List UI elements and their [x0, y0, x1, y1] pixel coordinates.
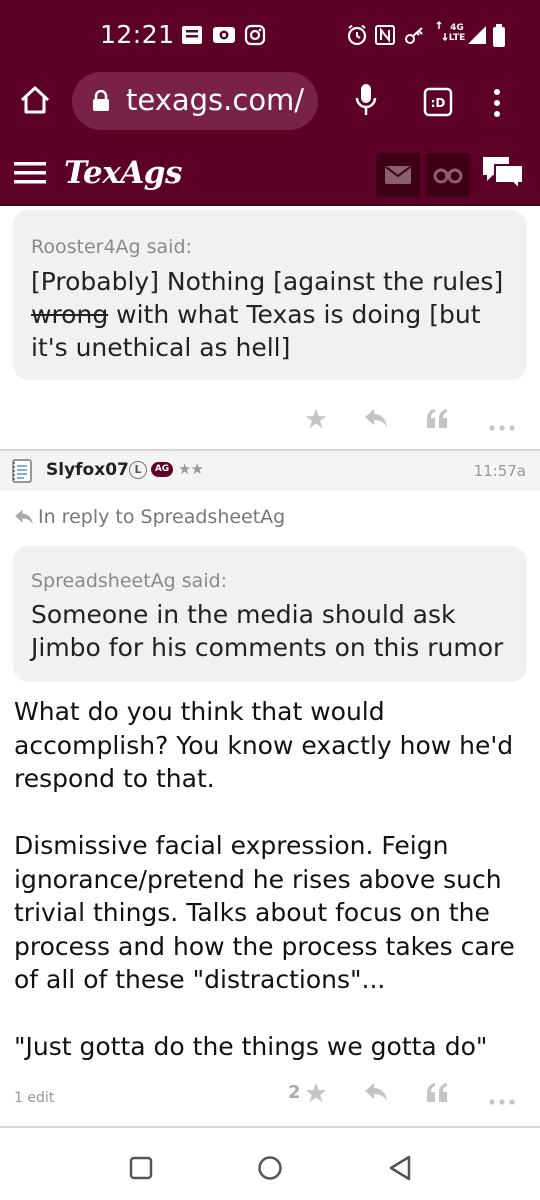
- site-header: TexAgs: [0, 140, 540, 206]
- browser-toolbar: texags.com/ :D: [0, 68, 540, 140]
- system-nav-bar: [0, 1130, 540, 1200]
- thread-content: Rooster4Ag said: [Probably] Nothing [aga…: [0, 206, 540, 1130]
- post-actions: 2: [0, 1076, 540, 1116]
- post-actions: [0, 402, 540, 442]
- quote-text: Someone in the media should ask Jimbo fo…: [31, 600, 504, 662]
- lock-icon: [92, 89, 110, 116]
- quote-strikethrough-text: wrong: [31, 300, 109, 329]
- binoculars-button[interactable]: [426, 153, 470, 197]
- lifetime-badge: L: [129, 461, 147, 479]
- microphone-icon[interactable]: [354, 83, 378, 121]
- mail-button[interactable]: [376, 153, 420, 197]
- recent-apps-icon[interactable]: [129, 1156, 153, 1184]
- data-arrows-icon: [436, 20, 448, 46]
- instagram-icon: [244, 24, 266, 50]
- post-time[interactable]: 11:57a: [474, 462, 526, 480]
- quote-block: Rooster4Ag said: [Probably] Nothing [aga…: [13, 210, 527, 380]
- post-paragraph: "Just gotta do the things we gotta do": [14, 1032, 488, 1061]
- chat-bubbles-icon[interactable]: [481, 155, 525, 195]
- post-header: Slyfox07 L AG ★★ 11:57a: [0, 451, 540, 491]
- quote-author: SpreadsheetAg said:: [31, 570, 228, 592]
- reply-arrow-icon: [14, 508, 34, 530]
- quote-text: [Probably] Nothing [against the rules] w…: [31, 265, 513, 364]
- nfc-icon: [374, 24, 396, 50]
- site-logo[interactable]: TexAgs: [64, 155, 182, 191]
- post-username[interactable]: Slyfox07: [46, 460, 129, 480]
- in-reply-to-link[interactable]: In reply to SpreadsheetAg: [14, 506, 285, 530]
- mail-icon: [385, 166, 411, 188]
- radio-icon: [212, 24, 236, 50]
- star-count: 2: [288, 1082, 301, 1103]
- svg-text::D: :D: [431, 96, 446, 110]
- in-reply-to-text[interactable]: In reply to SpreadsheetAg: [38, 506, 285, 528]
- post-paragraph: What do you think that would accomplish?…: [14, 697, 514, 793]
- notification-app-icon: [181, 24, 203, 50]
- network-type-label: 4G LTE: [448, 23, 466, 43]
- tab-switcher-icon[interactable]: :D: [423, 87, 453, 121]
- post-paragraph: Dismissive facial expression. Feign igno…: [14, 831, 515, 994]
- quote-text-part: [Probably] Nothing [against the rules]: [31, 267, 504, 296]
- signal-icon: [466, 24, 488, 50]
- quote-icon[interactable]: [426, 1082, 448, 1106]
- home-circle-icon[interactable]: [257, 1155, 283, 1185]
- reply-icon[interactable]: [364, 408, 388, 432]
- ag-badge: AG: [151, 462, 173, 477]
- quote-block: SpreadsheetAg said: Someone in the media…: [13, 546, 527, 682]
- quote-author: Rooster4Ag said:: [31, 236, 192, 258]
- user-stars: ★★: [178, 460, 204, 478]
- status-bar: 12:21 4G LTE: [0, 0, 540, 68]
- overflow-menu-icon[interactable]: [492, 88, 502, 122]
- star-icon[interactable]: [305, 408, 327, 434]
- more-icon[interactable]: [489, 416, 515, 435]
- back-icon[interactable]: [388, 1155, 412, 1185]
- notebook-icon: [12, 459, 32, 487]
- url-text[interactable]: texags.com/: [126, 83, 312, 117]
- quote-icon[interactable]: [426, 408, 448, 432]
- vpn-key-icon: [404, 24, 426, 50]
- more-icon[interactable]: [489, 1090, 515, 1109]
- post-divider: [0, 1126, 540, 1128]
- address-bar[interactable]: texags.com/: [72, 72, 318, 130]
- status-time: 12:21: [100, 20, 175, 49]
- star-icon[interactable]: [305, 1082, 327, 1108]
- reply-icon[interactable]: [364, 1082, 388, 1106]
- home-icon[interactable]: [19, 85, 51, 119]
- hamburger-menu-icon[interactable]: [14, 161, 46, 189]
- alarm-icon: [346, 24, 368, 50]
- battery-icon: [492, 24, 506, 52]
- binoculars-icon: [433, 166, 463, 188]
